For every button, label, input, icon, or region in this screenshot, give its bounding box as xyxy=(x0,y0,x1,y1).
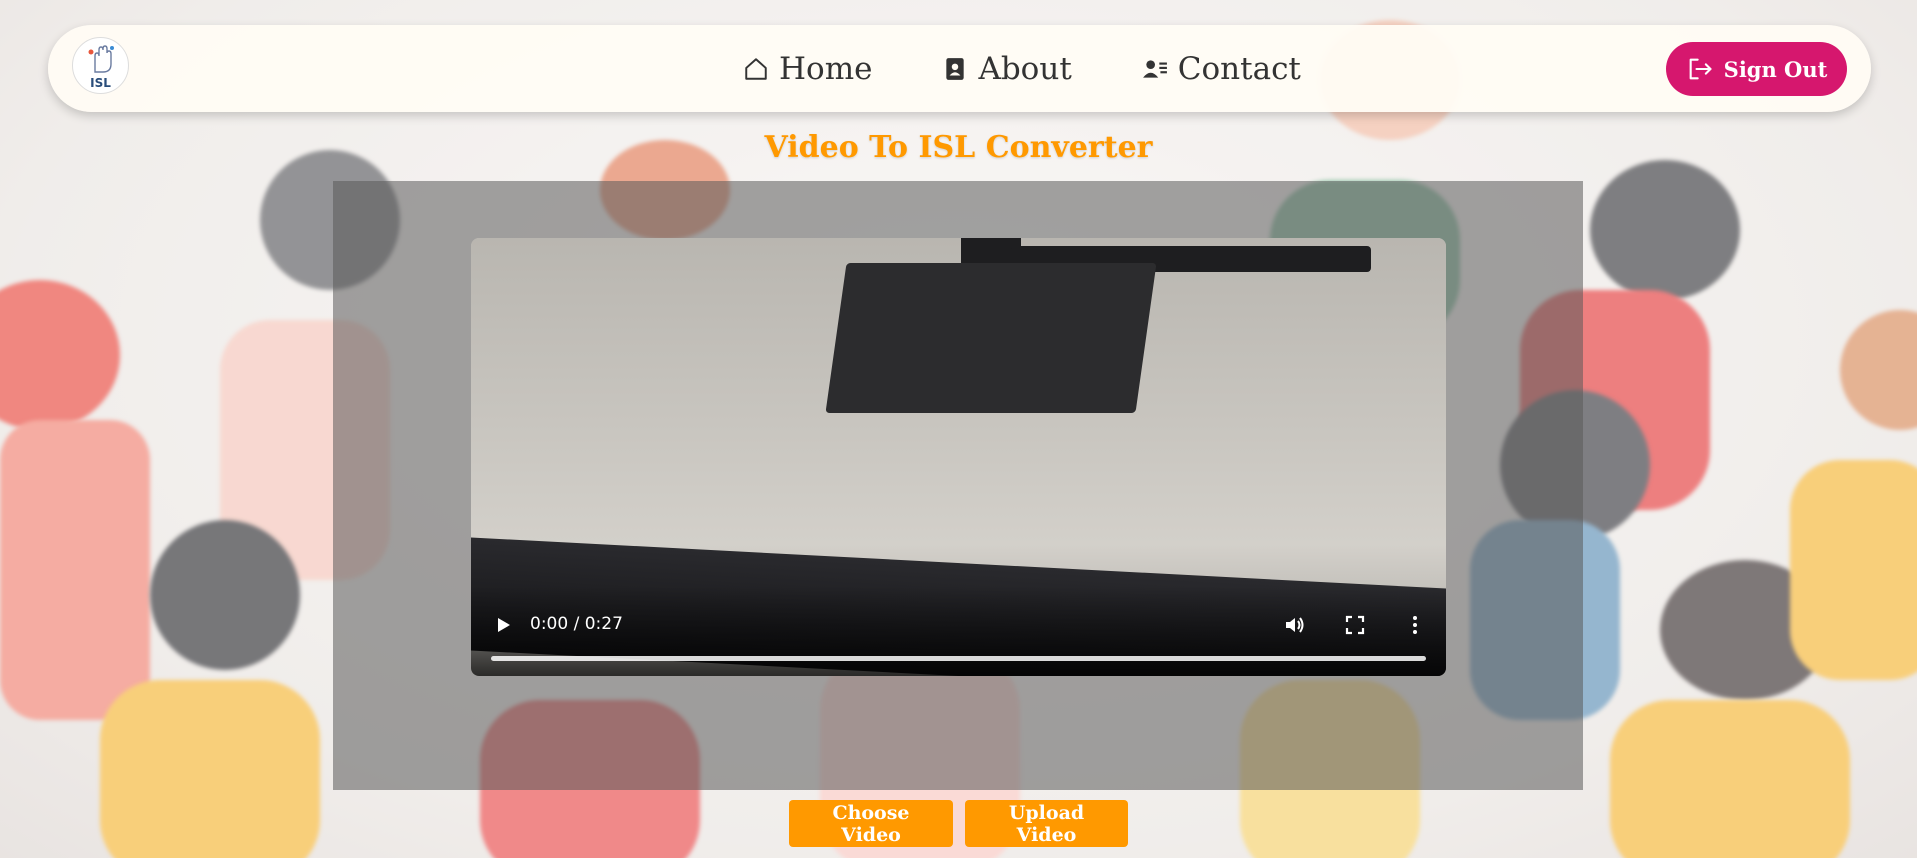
sign-out-icon xyxy=(1689,58,1712,80)
logo-text: ISL xyxy=(90,76,111,90)
nav-item-about[interactable]: About xyxy=(942,50,1072,87)
nav-item-home[interactable]: Home xyxy=(743,51,872,87)
navbar: ISL Home About Contact Sign Out xyxy=(48,25,1871,112)
sign-out-button[interactable]: Sign Out xyxy=(1666,42,1847,96)
video-progress-bar[interactable] xyxy=(491,656,1426,661)
nav-label-about: About xyxy=(978,50,1072,87)
fullscreen-icon[interactable] xyxy=(1343,613,1367,637)
person-card-icon xyxy=(1142,59,1167,78)
action-buttons: Choose Video Upload Video xyxy=(0,800,1917,847)
logo[interactable]: ISL xyxy=(72,37,129,94)
video-controls: 0:00 / 0:27 xyxy=(471,586,1446,676)
more-options-icon[interactable] xyxy=(1403,613,1427,637)
upload-video-button[interactable]: Upload Video xyxy=(965,800,1128,847)
nav-links: Home About Contact xyxy=(743,25,1301,112)
hand-logo-icon xyxy=(88,45,114,73)
play-icon[interactable] xyxy=(491,613,515,637)
volume-icon[interactable] xyxy=(1283,613,1307,637)
nav-label-home: Home xyxy=(779,50,873,87)
page-title: Video To ISL Converter xyxy=(764,130,1153,165)
video-player[interactable]: 0:00 / 0:27 xyxy=(471,238,1446,676)
nav-item-contact[interactable]: Contact xyxy=(1142,51,1301,87)
video-time: 0:00 / 0:27 xyxy=(530,614,623,634)
sign-out-label: Sign Out xyxy=(1723,56,1828,82)
home-icon xyxy=(745,57,767,80)
contact-book-icon xyxy=(946,57,965,80)
nav-label-contact: Contact xyxy=(1177,50,1301,87)
choose-video-button[interactable]: Choose Video xyxy=(789,800,953,847)
